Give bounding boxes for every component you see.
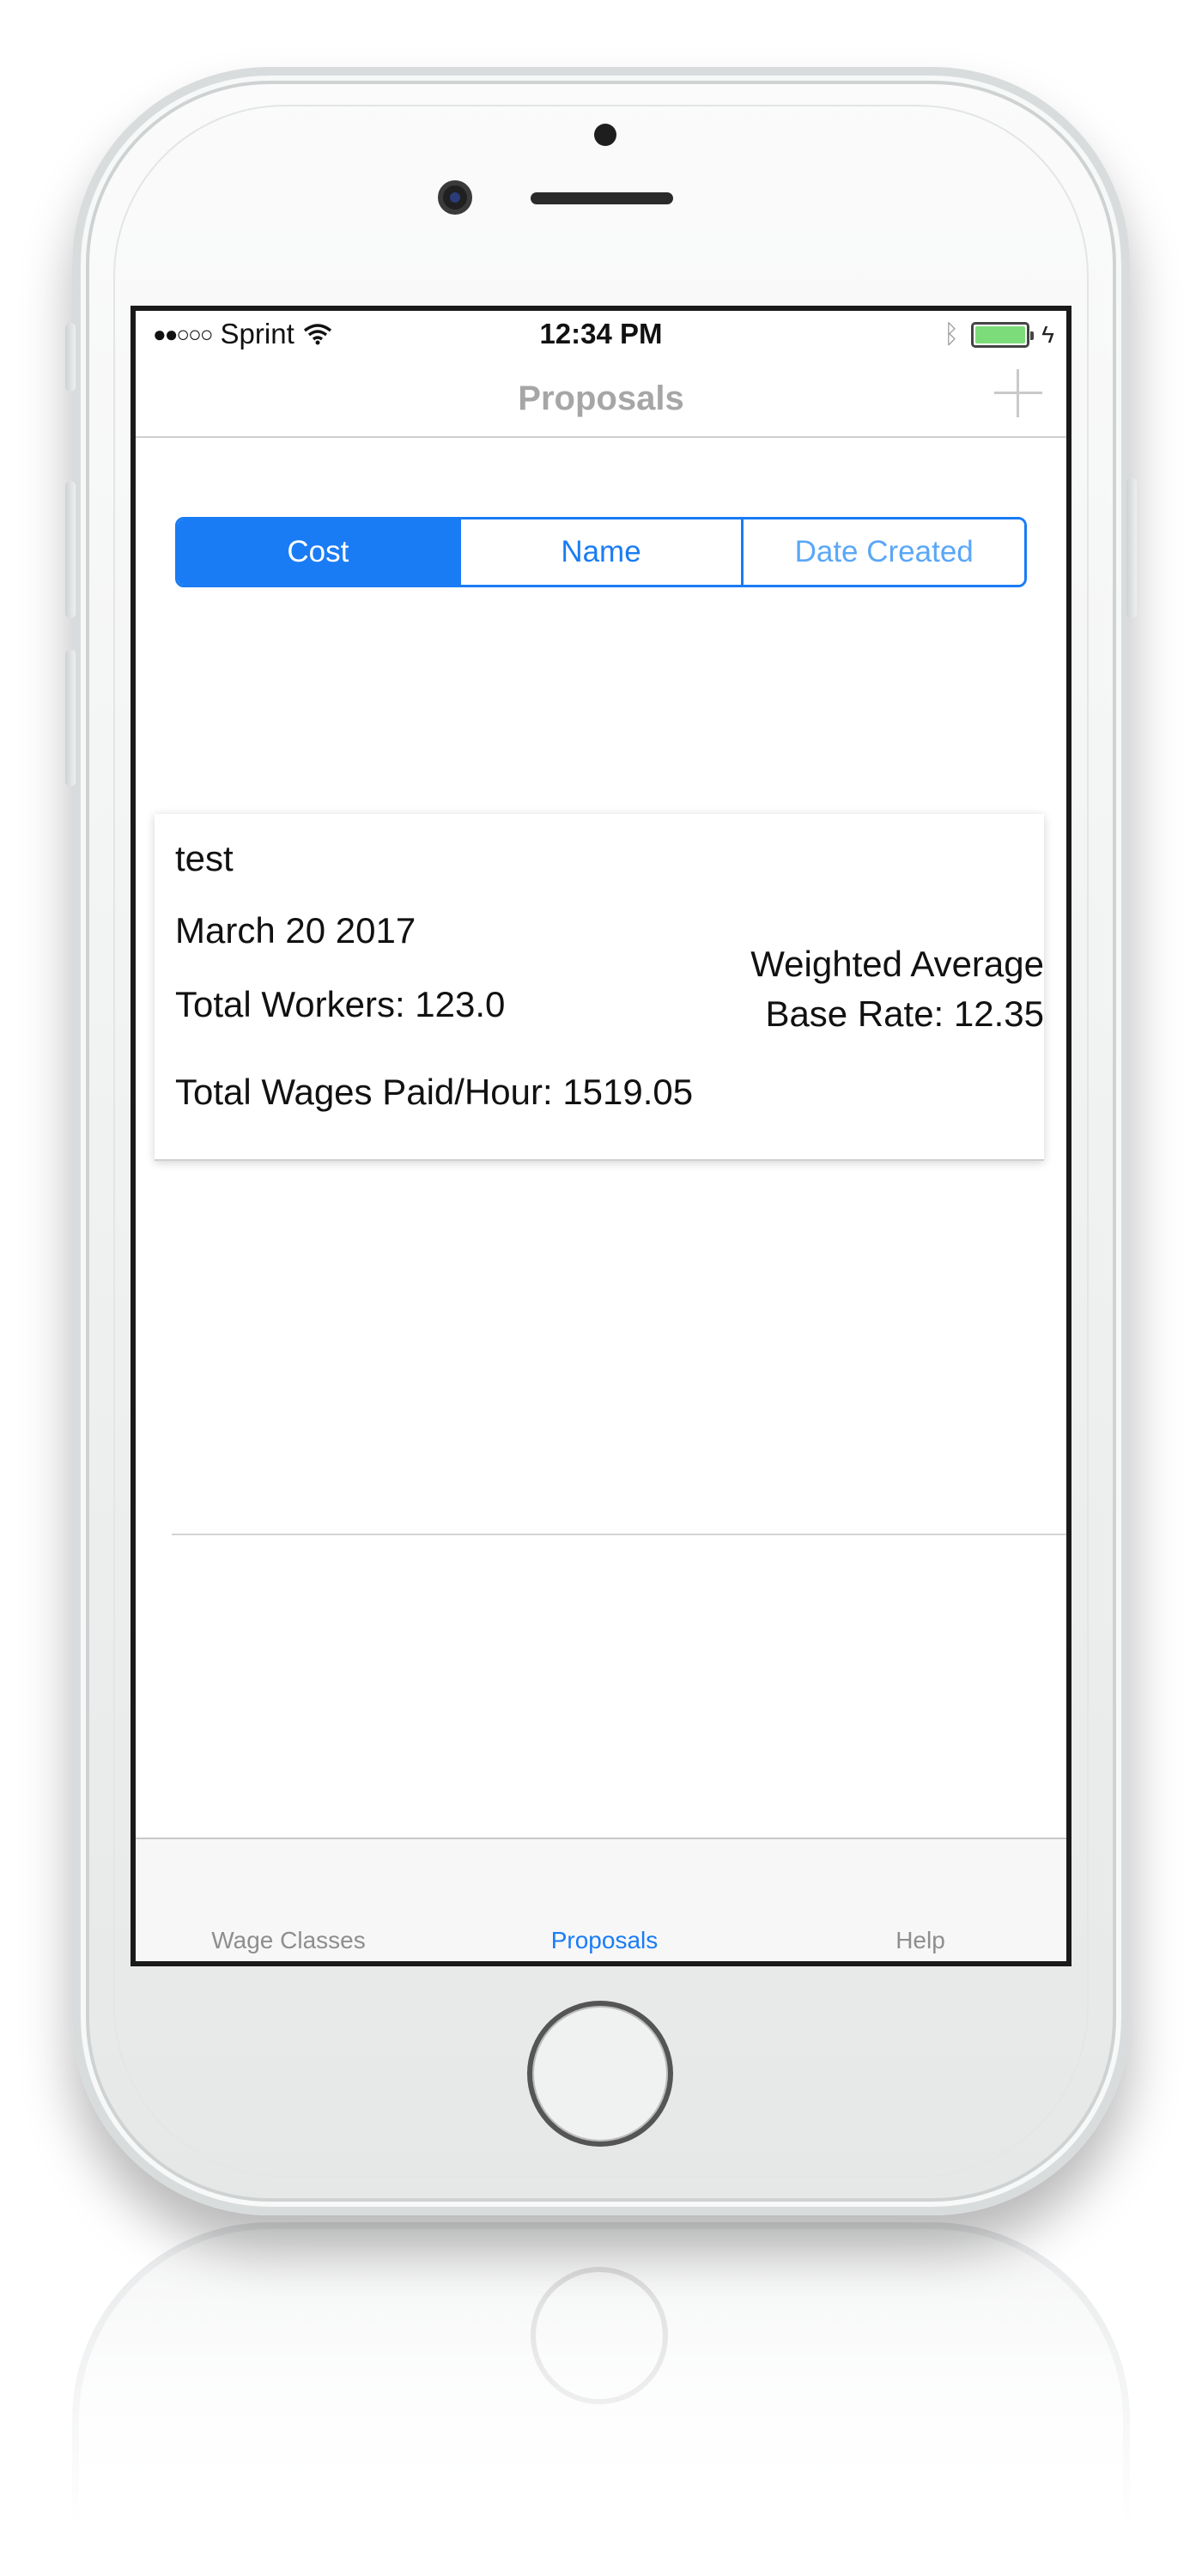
mute-switch	[65, 323, 76, 392]
device-mockup: ●●○○○ Sprint 12:34 PM ᛒ ϟ Proposals Cost…	[0, 0, 1202, 2576]
status-bar: ●●○○○ Sprint 12:34 PM ᛒ ϟ	[136, 311, 1066, 359]
plus-icon[interactable]	[994, 369, 1042, 417]
tab-proposals[interactable]: Proposals	[476, 1927, 733, 1954]
tab-help[interactable]: Help	[792, 1927, 1049, 1954]
rate-label: Weighted Average	[750, 944, 1044, 984]
proposal-date: March 20 2017	[175, 910, 416, 951]
status-time: 12:34 PM	[539, 318, 663, 349]
total-wages: Total Wages Paid/Hour: 1519.05	[175, 1072, 694, 1112]
volume-up-button	[65, 481, 76, 618]
app-screen: ●●○○○ Sprint 12:34 PM ᛒ ϟ Proposals Cost…	[131, 306, 1071, 1966]
front-camera	[438, 180, 472, 215]
status-right: ᛒ ϟ	[944, 321, 1054, 349]
bluetooth-icon: ᛒ	[944, 320, 960, 349]
charging-bolt-icon: ϟ	[1041, 321, 1054, 348]
rate-value: Base Rate: 12.35	[765, 993, 1044, 1034]
volume-down-button	[65, 649, 76, 787]
list-separator	[172, 1534, 1066, 1535]
earpiece-speaker	[531, 192, 673, 204]
proximity-sensor	[594, 124, 616, 146]
battery-icon	[971, 322, 1035, 348]
weighted-base-rate: Weighted Average Base Rate: 12.35	[750, 939, 1044, 1039]
total-workers: Total Workers: 123.0	[175, 984, 506, 1024]
segment-name[interactable]: Name	[458, 519, 742, 585]
tab-wage-classes[interactable]: Wage Classes	[160, 1927, 417, 1954]
page-title: Proposals	[518, 380, 684, 417]
tab-bar: Wage Classes Proposals Help	[136, 1838, 1066, 1961]
sort-segmented-control: Cost Name Date Created	[175, 517, 1027, 587]
reflection-fade	[0, 2233, 1202, 2576]
proposal-card[interactable]: test March 20 2017 Total Workers: 123.0 …	[155, 814, 1044, 1161]
power-button	[1126, 477, 1137, 618]
navigation-bar: Proposals	[136, 359, 1066, 438]
home-button[interactable]	[527, 2001, 673, 2147]
proposal-name: test	[175, 838, 234, 878]
segment-cost[interactable]: Cost	[178, 519, 458, 585]
segment-date-created[interactable]: Date Created	[741, 519, 1024, 585]
